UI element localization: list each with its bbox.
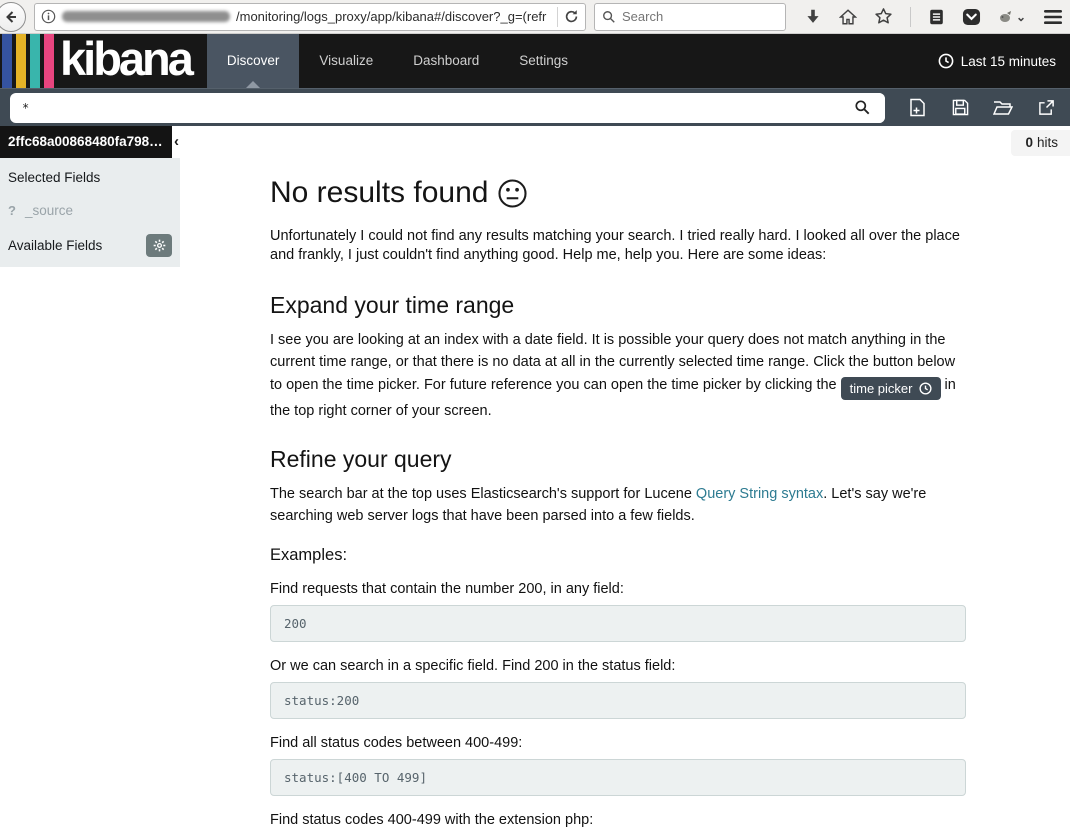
query-input-wrap [10, 93, 885, 123]
hits-label: hits [1037, 135, 1058, 150]
example-code: status:200 [270, 682, 966, 719]
new-search-icon[interactable] [907, 98, 927, 118]
nav-tab-visualize[interactable]: Visualize [299, 34, 393, 88]
back-button[interactable] [0, 2, 26, 32]
query-syntax-link[interactable]: Query String syntax [696, 486, 823, 502]
time-picker-button[interactable]: time picker [841, 377, 941, 400]
chevron-down-icon: ⌄ [1016, 10, 1026, 24]
field-item-source[interactable]: ? _source [8, 203, 172, 218]
kibana-logo-bars-icon [0, 34, 54, 88]
clock-icon [919, 382, 932, 395]
kibana-header: kibana Discover Visualize Dashboard Sett… [0, 34, 1070, 88]
no-results-intro: Unfortunately I could not find any resul… [270, 227, 966, 266]
info-icon[interactable] [41, 9, 56, 24]
url-divider [557, 7, 558, 27]
back-arrow-icon [3, 9, 19, 25]
example-label: Or we can search in a specific field. Fi… [270, 658, 966, 674]
query-bar [0, 88, 1070, 126]
example-code: 200 [270, 605, 966, 642]
browser-toolbar: /monitoring/logs_proxy/app/kibana#/disco… [0, 0, 1070, 34]
share-icon[interactable] [1036, 98, 1056, 118]
save-search-icon[interactable] [950, 98, 970, 118]
example-item: Find all status codes between 400-499: s… [270, 735, 966, 796]
url-text[interactable]: /monitoring/logs_proxy/app/kibana#/disco… [236, 9, 551, 24]
pocket-icon[interactable] [962, 8, 981, 26]
fields-panel: Selected Fields ? _source Available Fiel… [0, 158, 180, 267]
time-range-heading: Expand your time range [270, 292, 966, 319]
field-type-badge: ? [8, 203, 16, 218]
selected-fields-heading: Selected Fields [8, 170, 172, 185]
search-icon [854, 99, 871, 116]
hamburger-menu-icon[interactable] [1043, 9, 1063, 25]
refine-query-body-1: The search bar at the top uses Elasticse… [270, 486, 692, 502]
toolbar-icons: ⌄ [804, 7, 1063, 27]
extension-icon [998, 10, 1014, 24]
nav-tab-dashboard[interactable]: Dashboard [393, 34, 499, 88]
reading-list-icon[interactable] [928, 8, 945, 26]
page-title: No results found [270, 176, 966, 210]
no-results-content: No results found Unfortunately I could n… [270, 126, 966, 833]
toolbar-divider [910, 7, 911, 27]
bookmark-star-icon[interactable] [874, 7, 893, 26]
download-icon[interactable] [804, 8, 822, 26]
browser-search-box[interactable] [594, 3, 786, 31]
examples-list: Find requests that contain the number 20… [270, 581, 966, 833]
example-label: Find requests that contain the number 20… [270, 581, 966, 597]
examples-heading: Examples: [270, 546, 966, 565]
neutral-face-icon [497, 178, 528, 209]
extension-menu[interactable]: ⌄ [998, 10, 1026, 24]
url-bar[interactable]: /monitoring/logs_proxy/app/kibana#/disco… [34, 3, 586, 31]
redacted-url-host [62, 11, 230, 22]
time-range-body: I see you are looking at an index with a… [270, 329, 966, 422]
query-search-button[interactable] [839, 93, 885, 123]
time-range-label: Last 15 minutes [961, 54, 1056, 69]
home-icon[interactable] [839, 8, 857, 26]
discover-page: 2ffc68a00868480fa7986e... Selected Field… [0, 126, 1070, 832]
refine-query-body: The search bar at the top uses Elasticse… [270, 483, 966, 528]
time-picker-button-label: time picker [850, 381, 913, 396]
search-icon [602, 10, 616, 24]
fields-sidebar: 2ffc68a00868480fa7986e... Selected Field… [0, 126, 180, 267]
available-fields-row: Available Fields [8, 234, 172, 257]
example-label: Find status codes 400-499 with the exten… [270, 812, 966, 828]
example-code: status:[400 TO 499] [270, 759, 966, 796]
index-pattern-selector[interactable]: 2ffc68a00868480fa7986e... [0, 126, 172, 158]
browser-search-input[interactable] [622, 9, 752, 24]
nav-tab-settings[interactable]: Settings [499, 34, 588, 88]
gear-icon [153, 239, 166, 252]
field-settings-button[interactable] [146, 234, 172, 257]
kibana-logo[interactable]: kibana [0, 34, 191, 88]
reload-icon[interactable] [564, 9, 579, 24]
example-item: Or we can search in a specific field. Fi… [270, 658, 966, 719]
example-item: Find status codes 400-499 with the exten… [270, 812, 966, 833]
refine-query-heading: Refine your query [270, 446, 966, 473]
page-title-text: No results found [270, 176, 488, 210]
clock-icon [938, 53, 954, 69]
nav-tab-discover[interactable]: Discover [207, 34, 300, 88]
field-name: _source [25, 203, 73, 218]
sidebar-collapse-icon[interactable]: ‹ [174, 133, 179, 150]
query-input[interactable] [10, 101, 839, 115]
hits-badge: 0 hits [1011, 130, 1070, 156]
kibana-nav: Discover Visualize Dashboard Settings [207, 34, 588, 88]
kibana-logo-text: kibana [60, 34, 191, 88]
hits-count: 0 [1025, 135, 1033, 150]
time-picker-control[interactable]: Last 15 minutes [938, 34, 1070, 88]
example-item: Find requests that contain the number 20… [270, 581, 966, 642]
open-search-icon[interactable] [993, 98, 1013, 118]
available-fields-heading: Available Fields [8, 238, 102, 253]
example-label: Find all status codes between 400-499: [270, 735, 966, 751]
query-actions [885, 98, 1060, 118]
